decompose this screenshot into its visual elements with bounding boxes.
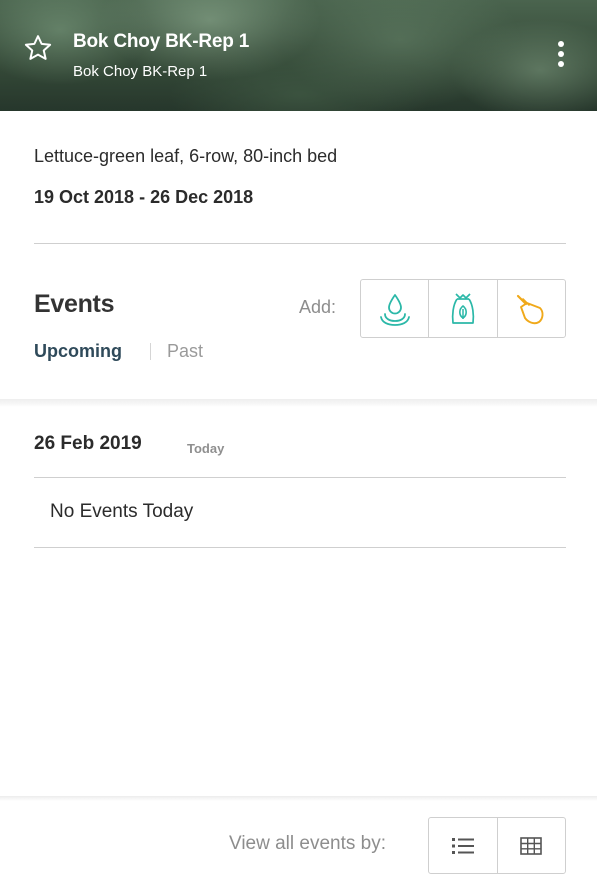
- divider: [34, 477, 566, 478]
- tab-upcoming[interactable]: Upcoming: [34, 341, 122, 362]
- add-fertilizer-button[interactable]: [428, 280, 496, 337]
- header-banner: Bok Choy BK-Rep 1 Bok Choy BK-Rep 1: [0, 0, 597, 111]
- view-calendar-button[interactable]: [496, 818, 566, 873]
- view-mode-button-group: [428, 817, 566, 874]
- planting-subtitle: Bok Choy BK-Rep 1: [73, 63, 208, 80]
- day-date: 26 Feb 2019: [34, 433, 142, 454]
- kebab-menu-icon[interactable]: [553, 38, 569, 72]
- fertilizer-bag-icon: [451, 292, 475, 324]
- tab-separator: [150, 343, 151, 360]
- view-list-button[interactable]: [429, 818, 497, 873]
- list-icon: [451, 837, 474, 854]
- star-icon[interactable]: [23, 33, 53, 63]
- section-divider: [0, 399, 597, 407]
- divider: [34, 547, 566, 548]
- add-irrigation-button[interactable]: [361, 280, 428, 337]
- planting-title: Bok Choy BK-Rep 1: [73, 31, 250, 52]
- add-label: Add:: [299, 297, 337, 317]
- events-heading: Events: [34, 290, 115, 318]
- divider: [34, 243, 566, 244]
- crop-description: Lettuce-green leaf, 6-row, 80-inch bed: [34, 146, 338, 166]
- view-all-label: View all events by:: [229, 833, 387, 854]
- tab-past[interactable]: Past: [167, 341, 203, 362]
- trowel-icon: [517, 294, 544, 324]
- empty-events-message: No Events Today: [50, 501, 194, 522]
- today-badge: Today: [187, 441, 225, 456]
- date-range: 19 Oct 2018 - 26 Dec 2018: [34, 187, 254, 207]
- add-task-button[interactable]: [496, 280, 565, 337]
- water-drop-icon: [379, 293, 410, 326]
- calendar-grid-icon: [520, 836, 543, 855]
- footer-divider: [0, 796, 597, 801]
- add-event-button-group: [360, 279, 566, 338]
